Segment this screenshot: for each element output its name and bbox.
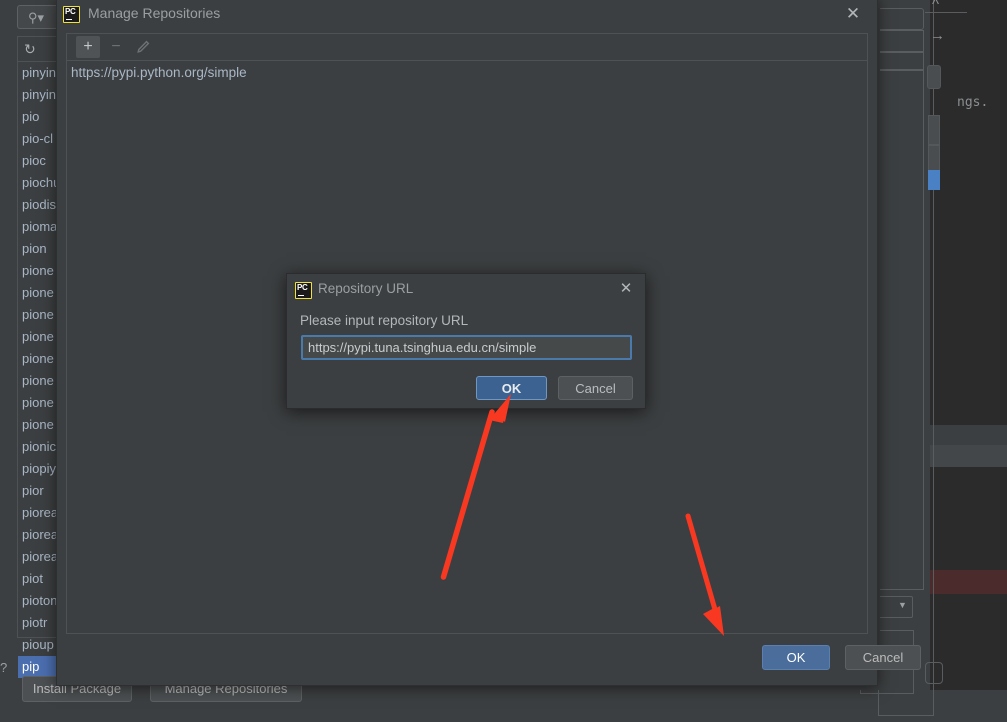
bg-field-top	[878, 8, 924, 30]
pencil-icon[interactable]	[131, 36, 155, 58]
manage-repositories-titlebar: PC Manage Repositories ✕	[57, 0, 877, 33]
scroll-thumb	[928, 170, 940, 190]
repository-url-dialog: PC Repository URL ✕ Please input reposit…	[286, 273, 646, 409]
repository-url-ok-button[interactable]: OK	[476, 376, 547, 400]
editor-gap-3	[930, 690, 1007, 722]
add-repository-button[interactable]: +	[76, 36, 100, 58]
bg-field-5	[925, 662, 943, 684]
error-stripe	[930, 570, 1007, 594]
arrow-right-icon: →	[930, 27, 945, 44]
remove-repository-button[interactable]: −	[104, 36, 128, 58]
pycharm-logo-icon: PC	[63, 6, 80, 23]
close-icon[interactable]: ✕	[843, 4, 863, 24]
repository-url-cancel-button[interactable]: Cancel	[558, 376, 633, 400]
editor-text-fragment: ngs.	[957, 95, 988, 110]
editor-gap-2	[930, 445, 1007, 467]
repository-url-title: Repository URL	[318, 281, 413, 296]
chevron-down-icon: ▼	[898, 600, 907, 610]
bg-combobox: ▼	[878, 596, 913, 618]
editor-dark-area	[930, 0, 1007, 425]
repository-list-item[interactable]: https://pypi.python.org/simple	[67, 61, 867, 85]
close-icon[interactable]: ✕	[617, 280, 635, 298]
repository-url-prompt: Please input repository URL	[300, 313, 468, 328]
bg-listbox	[878, 70, 924, 590]
manage-repositories-ok-button[interactable]: OK	[762, 645, 830, 670]
editor-gap-1	[930, 425, 1007, 445]
divider-1	[925, 12, 967, 13]
search-icon: ⚲▾	[28, 10, 44, 26]
repositories-toolbar: + −	[66, 33, 868, 60]
manage-repositories-title: Manage Repositories	[88, 5, 220, 21]
help-icon[interactable]: ?	[0, 660, 7, 675]
manage-repositories-cancel-button[interactable]: Cancel	[845, 645, 921, 670]
gutter-marker-2	[928, 115, 940, 145]
gutter-marker-3	[928, 145, 940, 173]
repository-url-input[interactable]	[301, 335, 632, 360]
gutter-marker	[927, 65, 941, 89]
pycharm-logo-icon: PC	[295, 282, 312, 299]
refresh-icon[interactable]: ↻	[24, 41, 36, 58]
